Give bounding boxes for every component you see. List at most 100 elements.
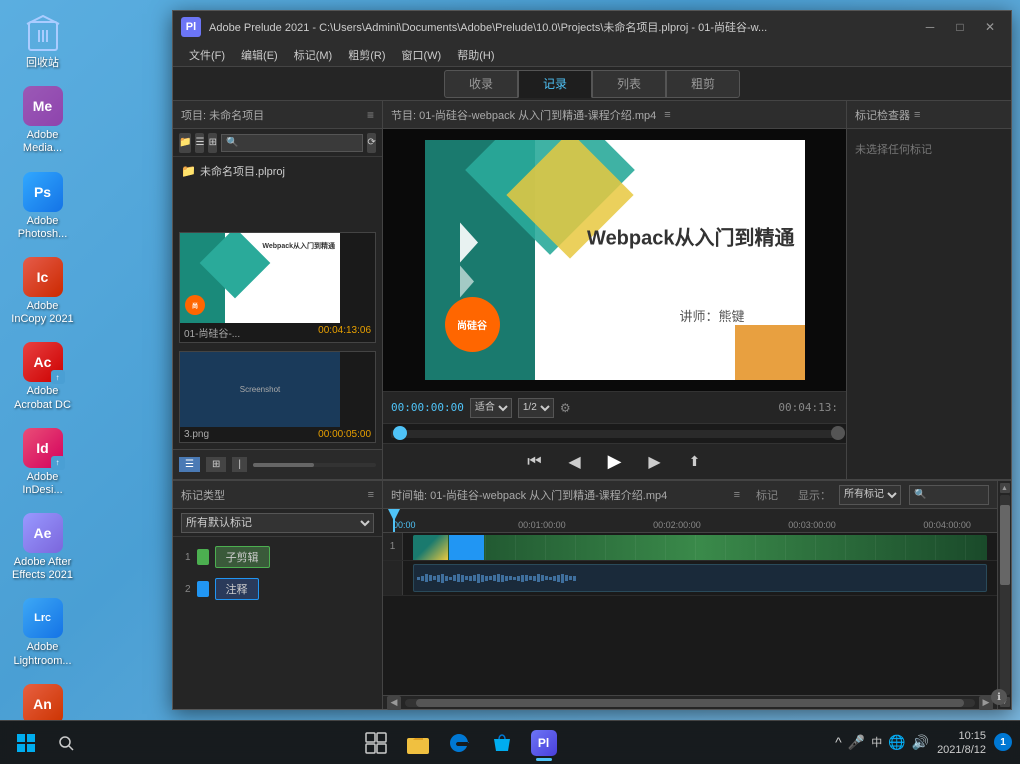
desktop-icon-ic[interactable]: Ic Adobe InCopy 2021 [5, 253, 80, 330]
tray-lang-icon[interactable]: 中 [871, 734, 882, 750]
desktop-icon-ae[interactable]: Ae Adobe After Effects 2021 [5, 509, 80, 586]
fraction-select[interactable]: 1/2 [518, 398, 554, 418]
video-clip[interactable] [413, 535, 987, 560]
track-row-audio: // Waveform bars generated inline const … [383, 561, 997, 596]
zoom-slider-track [253, 463, 376, 467]
export-button[interactable]: ⬆ [681, 448, 709, 476]
tray-speaker-icon[interactable]: 🔊 [912, 734, 929, 751]
marker-types-header: 标记类型 ≡ [173, 481, 382, 509]
menu-file[interactable]: 文件(F) [181, 43, 233, 67]
id-icon: Id↑ [23, 428, 63, 468]
list-view-toggle[interactable]: ☰ [179, 457, 200, 472]
folder-icon: 📁 [181, 164, 196, 178]
maximize-button[interactable]: □ [947, 17, 973, 37]
new-folder-button[interactable]: 📁 [179, 133, 191, 153]
fit-select[interactable]: 适合 [470, 398, 512, 418]
tab-bar: 收录 记录 列表 粗剪 [173, 67, 1011, 101]
menu-rough-cut[interactable]: 粗剪(R) [340, 43, 393, 67]
marker-types-menu-icon[interactable]: ≡ [368, 489, 374, 501]
minimize-button[interactable]: ─ [917, 17, 943, 37]
step-forward-button[interactable]: ▶ [641, 448, 669, 476]
thumb-video-title: Webpack从入门到精通 [262, 241, 335, 251]
tray-network-icon[interactable]: 🌐 [888, 734, 905, 751]
timeline-search-input[interactable] [909, 485, 989, 505]
scrubber-end-handle[interactable] [831, 426, 845, 440]
tray-chevron-icon[interactable]: ^ [835, 734, 842, 750]
menu-help[interactable]: 帮助(H) [449, 43, 502, 67]
display-select[interactable]: 所有标记 [839, 485, 901, 505]
thumbnail-image-1: Webpack从入门到精通 尚 [180, 233, 340, 323]
timeline-scrollbar[interactable]: ◀ ▶ [383, 695, 997, 709]
menu-marker[interactable]: 标记(M) [286, 43, 341, 67]
scrubber-track[interactable] [391, 430, 838, 438]
notification-badge[interactable]: 1 [994, 733, 1012, 751]
desktop-icon-lrc[interactable]: LrC Adobe Lightroom... [5, 594, 80, 671]
list-view-button[interactable]: ☰ [195, 133, 204, 153]
transport-bar: ⏮ ◀ ▶ ▶ ⬆ [383, 443, 846, 479]
marker-btn[interactable]: | [232, 457, 247, 472]
project-search-input[interactable] [221, 134, 363, 152]
desktop-icon-recycle[interactable]: 回收站 [5, 10, 80, 74]
step-back-button[interactable]: ◀ [561, 448, 589, 476]
tab-ingest[interactable]: 收录 [444, 70, 518, 98]
close-button[interactable]: ✕ [977, 17, 1003, 37]
desktop-icon-id[interactable]: Id↑ Adobe InDesi... [5, 424, 80, 501]
tray-time-display[interactable]: 10:15 2021/8/12 [937, 729, 986, 755]
scroll-thumb[interactable] [416, 699, 963, 707]
marker-inspector-menu-icon[interactable]: ≡ [914, 109, 920, 121]
marker-label-2[interactable]: 注释 [215, 578, 259, 600]
recycle-icon [23, 14, 63, 54]
sync-button[interactable]: ⟳ [367, 133, 376, 153]
scrubber-playhead[interactable] [393, 426, 407, 440]
project-panel-menu-icon[interactable]: ≡ [367, 108, 374, 122]
taskbar-app-store[interactable] [482, 723, 522, 763]
clip-header-menu-icon[interactable]: ≡ [664, 109, 670, 121]
marker-label-1[interactable]: 子剪辑 [215, 546, 270, 568]
tab-rough-cut[interactable]: 粗剪 [666, 70, 740, 98]
icon-view-toggle[interactable]: ⊞ [206, 457, 226, 472]
info-button[interactable]: ℹ [991, 689, 1007, 705]
tab-list[interactable]: 列表 [592, 70, 666, 98]
taskbar-app-taskview[interactable] [356, 723, 396, 763]
vscroll-thumb[interactable] [1000, 505, 1010, 585]
scroll-left-btn[interactable]: ◀ [387, 696, 401, 710]
taskbar: Pl ^ 🎤 中 🌐 🔊 10:15 2021/8/12 1 [0, 720, 1020, 764]
play-button[interactable]: ▶ [601, 448, 629, 476]
skip-to-start-button[interactable]: ⏮ [521, 448, 549, 476]
audio-clip[interactable]: // Waveform bars generated inline const … [413, 564, 987, 592]
taskbar-search-button[interactable] [48, 725, 84, 761]
thumb-duration-2: 00:00:05:00 [318, 429, 371, 440]
scroll-track[interactable] [405, 699, 975, 707]
playback-controls-bar: 00:00:00:00 适合 1/2 ⚙ 00:04:13: [383, 391, 846, 423]
project-root-item[interactable]: 📁 未命名项目.plproj [177, 161, 378, 181]
desktop-icon-an[interactable]: An Adobe Anima... [5, 680, 80, 720]
timeline-marker-label: 标记 [756, 487, 778, 503]
taskbar-app-explorer[interactable] [398, 723, 438, 763]
scrubber-bar[interactable] [383, 423, 846, 443]
vscroll-track[interactable] [1000, 495, 1010, 695]
marker-filter-select[interactable]: 所有默认标记 [181, 513, 374, 533]
start-button[interactable] [8, 725, 44, 761]
taskbar-app-edge[interactable] [440, 723, 480, 763]
desktop-icon-ac[interactable]: Ac↑ Adobe Acrobat DC [5, 338, 80, 415]
timeline-menu-icon[interactable]: ≡ [734, 489, 740, 501]
settings-icon[interactable]: ⚙ [560, 401, 571, 415]
tray-mic-icon[interactable]: 🎤 [848, 734, 865, 751]
desktop-icon-me[interactable]: Me Adobe Media... [5, 82, 80, 159]
tray-time-text: 10:15 [958, 729, 986, 743]
taskbar-app-prelude[interactable]: Pl [524, 723, 564, 763]
desktop-icon-ps[interactable]: Ps Adobe Photosh... [5, 168, 80, 245]
menu-window[interactable]: 窗口(W) [394, 43, 450, 67]
thumbnail-item-1[interactable]: Webpack从入门到精通 尚 01-尚硅谷-... 00:04:13:06 [179, 232, 376, 343]
marker-inspector-header: 标记检查器 ≡ [847, 101, 1011, 129]
vscroll-up-btn[interactable]: ▲ [1000, 483, 1010, 493]
thumbnail-item-2[interactable]: Screenshot 3.png 00:00:05:00 [179, 351, 376, 443]
menu-edit[interactable]: 编辑(E) [233, 43, 286, 67]
desktop-icons-container: 回收站 Me Adobe Media... Ps Adobe Photosh..… [0, 0, 85, 720]
tray-date-text: 2021/8/12 [937, 744, 986, 756]
ruler-tick-3: 00:03:00:00 [788, 520, 836, 530]
tab-logging[interactable]: 记录 [518, 70, 592, 98]
recycle-label: 回收站 [26, 57, 59, 70]
grid-view-button[interactable]: ⊞ [208, 133, 217, 153]
thumbnail-area: Webpack从入门到精通 尚 01-尚硅谷-... 00:04:13:06 S… [173, 226, 382, 449]
